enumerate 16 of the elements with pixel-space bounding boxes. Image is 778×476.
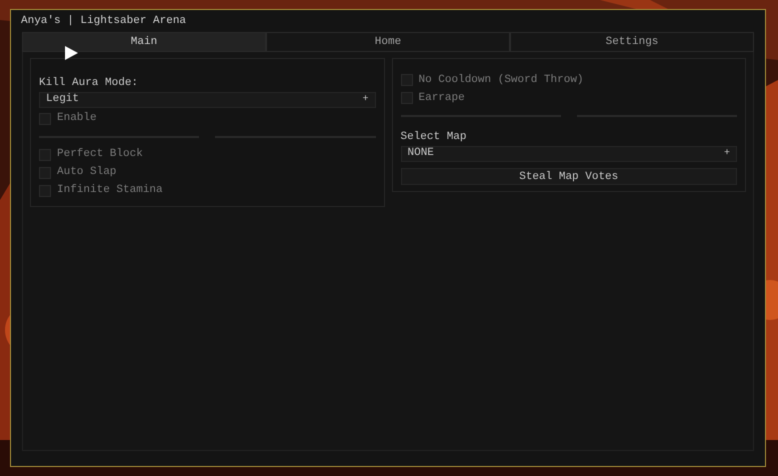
checkbox-label: Infinite Stamina (57, 183, 163, 198)
checkbox-label: Perfect Block (57, 147, 143, 162)
tab[interactable]: Home (266, 32, 510, 52)
checkbox-label: Earrape (418, 90, 465, 106)
tab[interactable]: Settings (510, 32, 754, 52)
dropdown[interactable]: NONE + (400, 146, 737, 162)
checkbox-label: Enable (57, 111, 97, 126)
field-label: Select Map (400, 131, 467, 143)
steal-votes-button[interactable]: Steal Map Votes (400, 168, 737, 184)
window-title: Anya's | Lightsaber Arena (21, 14, 186, 29)
checkbox-label: Auto Slap (57, 165, 116, 180)
checkbox-label: No Cooldown (Sword Throw) (418, 72, 584, 88)
cursor-icon (65, 46, 78, 60)
field-label: Kill Aura Mode: (39, 77, 138, 89)
tab[interactable]: Main (22, 32, 266, 52)
dropdown[interactable]: Legit + (39, 92, 376, 108)
